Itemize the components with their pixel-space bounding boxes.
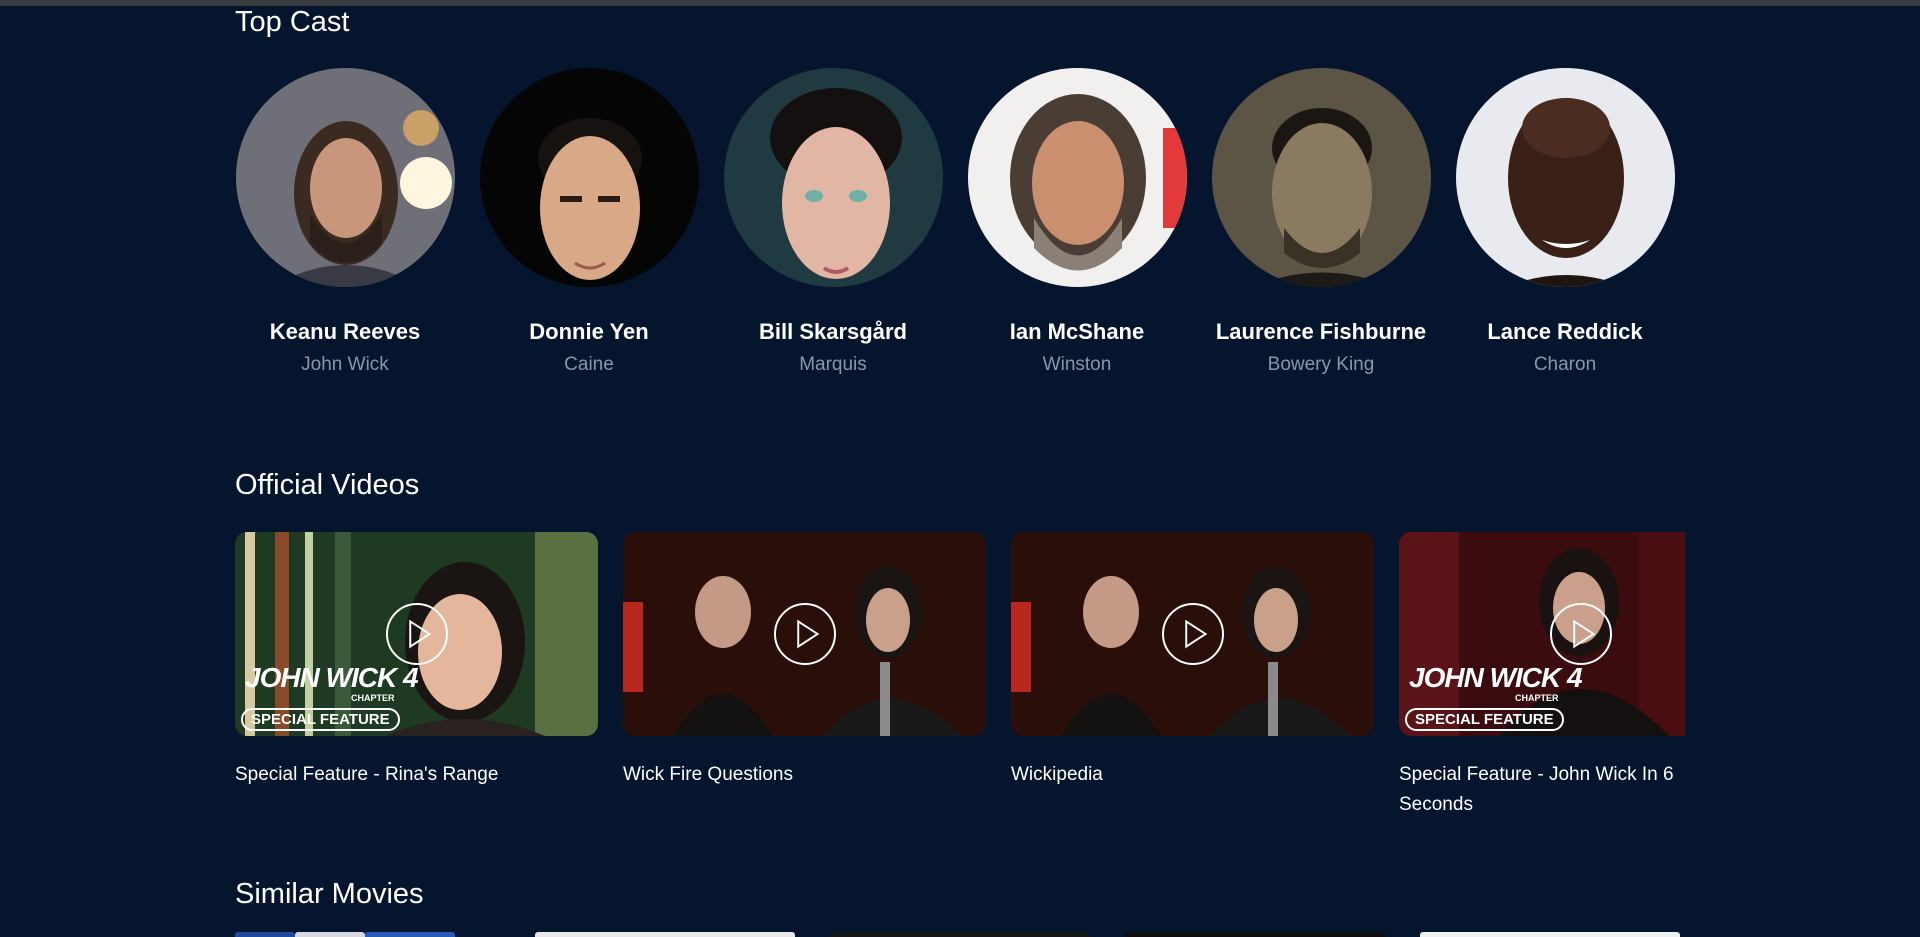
similar-movies-list-peek: [235, 932, 1685, 937]
cast-photo: [479, 68, 699, 287]
top-cast-heading: Top Cast: [235, 6, 350, 38]
play-button[interactable]: [385, 603, 448, 665]
similar-movie-card-edge[interactable]: [1125, 932, 1385, 937]
video-overlay-badge: SPECIAL FEATURE: [241, 708, 400, 731]
cast-character: Marquis: [799, 354, 867, 375]
video-card-rinas-range[interactable]: JOHN WICK 4 CHAPTER SPECIAL FEATURE Spec…: [235, 532, 598, 790]
cast-name: Lance Reddick: [1487, 319, 1643, 344]
cast-card-keanu-reeves[interactable]: Keanu Reeves John Wick: [235, 68, 455, 376]
similar-movies-heading: Similar Movies: [235, 878, 424, 910]
official-videos-heading: Official Videos: [235, 469, 420, 501]
cast-card-donnie-yen[interactable]: Donnie Yen Caine: [479, 68, 699, 376]
cast-name: Ian McShane: [1009, 319, 1145, 344]
similar-movie-card-edge[interactable]: [1420, 932, 1680, 937]
video-overlay-chapter: CHAPTER: [351, 693, 395, 703]
similar-movie-card-edge[interactable]: [535, 932, 795, 937]
cast-card-bill-skarsgard[interactable]: Bill Skarsgård Marquis: [723, 68, 943, 376]
cast-name: Keanu Reeves: [269, 319, 421, 344]
video-overlay-badge: SPECIAL FEATURE: [1405, 708, 1564, 731]
cast-name: Bill Skarsgård: [759, 319, 907, 344]
cast-card-ian-mcshane[interactable]: Ian McShane Winston: [967, 68, 1187, 376]
video-overlay-chapter: CHAPTER: [1515, 693, 1559, 703]
cast-character: Charon: [1533, 354, 1597, 375]
play-icon: [408, 619, 431, 649]
play-button[interactable]: [1549, 603, 1612, 665]
cast-photo: [723, 68, 943, 287]
video-card-john-wick-in-6-seconds[interactable]: JOHN WICK 4 CHAPTER SPECIAL FEATURE Spec…: [1399, 532, 1685, 820]
cast-card-laurence-fishburne[interactable]: Laurence Fishburne Bowery King: [1211, 68, 1431, 376]
cast-name: Laurence Fishburne: [1215, 319, 1427, 344]
play-icon: [1572, 619, 1595, 649]
video-thumbnail[interactable]: JOHN WICK 4 CHAPTER SPECIAL FEATURE: [1399, 532, 1685, 736]
cast-photo: [1211, 68, 1431, 287]
similar-movie-card-edge[interactable]: [295, 932, 365, 937]
cast-character: Winston: [1042, 354, 1112, 375]
similar-movie-card-edge[interactable]: [365, 932, 455, 937]
top-cast-list: Keanu Reeves John Wick Donnie Yen Caine: [235, 68, 1685, 388]
video-thumbnail[interactable]: [623, 532, 986, 736]
video-title[interactable]: Wickipedia: [1011, 760, 1301, 790]
video-thumbnail[interactable]: JOHN WICK 4 CHAPTER SPECIAL FEATURE: [235, 532, 598, 736]
cast-character: Bowery King: [1267, 354, 1375, 375]
official-videos-list: JOHN WICK 4 CHAPTER SPECIAL FEATURE Spec…: [235, 532, 1685, 822]
video-title[interactable]: Wick Fire Questions: [623, 760, 913, 790]
movie-details-page: Top Cast Keanu Reeves John Wick Donnie Y…: [0, 0, 1920, 937]
cast-character: Caine: [564, 354, 614, 375]
video-title[interactable]: Special Feature - John Wick In 6 Seconds: [1399, 760, 1685, 820]
cast-card-lance-reddick[interactable]: Lance Reddick Charon: [1455, 68, 1675, 376]
cast-photo: [967, 68, 1187, 287]
similar-movie-card-edge[interactable]: [830, 932, 1090, 937]
play-button[interactable]: [1161, 603, 1224, 665]
cast-character: John Wick: [301, 354, 389, 375]
cast-photo: [235, 68, 455, 287]
video-card-wick-fire-questions[interactable]: Wick Fire Questions: [623, 532, 986, 790]
cast-name: Donnie Yen: [529, 319, 649, 344]
video-card-wickipedia[interactable]: Wickipedia: [1011, 532, 1374, 790]
cast-photo: [1455, 68, 1675, 287]
video-thumbnail[interactable]: [1011, 532, 1374, 736]
play-icon: [1184, 619, 1207, 649]
video-title[interactable]: Special Feature - Rina's Range: [235, 760, 525, 790]
similar-movie-card-edge[interactable]: [235, 932, 295, 937]
video-overlay-title: JOHN WICK 4: [245, 662, 419, 693]
play-button[interactable]: [773, 603, 836, 665]
video-overlay-title: JOHN WICK 4: [1409, 662, 1583, 693]
play-icon: [796, 619, 819, 649]
